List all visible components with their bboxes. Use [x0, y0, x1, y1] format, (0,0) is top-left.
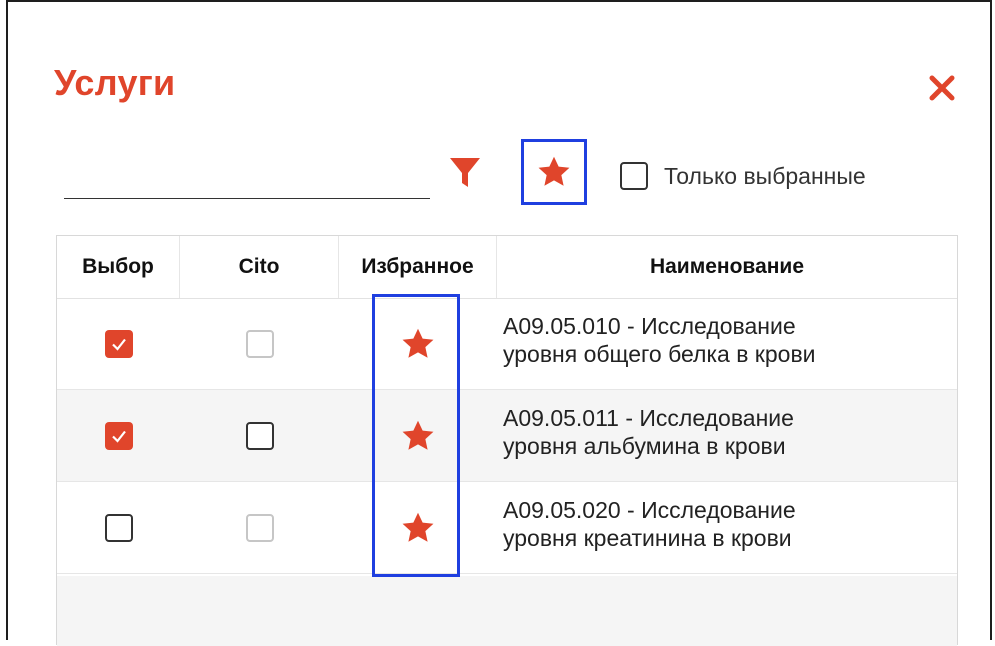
search-input[interactable]: [64, 160, 430, 199]
select-checkbox[interactable]: [104, 513, 133, 542]
table-row[interactable]: A09.05.010 - Исследование уровня общего …: [57, 298, 957, 390]
dialog-title: Услуги: [54, 62, 176, 103]
service-name-line1: A09.05.020 - Исследование: [503, 497, 796, 523]
services-table: Выбор Cito Избранное Наименование A09.05…: [56, 235, 958, 646]
only-selected-filter[interactable]: Только выбранные: [620, 162, 866, 190]
select-checkbox[interactable]: [104, 329, 133, 358]
cito-checkbox[interactable]: [245, 513, 274, 542]
service-name-line2: уровня креатинина в крови: [503, 525, 792, 551]
star-icon: [538, 156, 570, 186]
table-header: Выбор Cito Избранное Наименование: [57, 236, 957, 299]
cito-cell: [180, 298, 339, 389]
select-cell: [57, 390, 180, 481]
select-cell: [57, 482, 180, 573]
close-icon[interactable]: [924, 70, 960, 106]
select-checkbox[interactable]: [104, 421, 133, 450]
table-row[interactable]: A09.05.020 - Исследование уровня креатин…: [57, 482, 957, 574]
service-name-line2: уровня альбумина в крови: [503, 433, 786, 459]
checkmark-icon: [111, 430, 126, 443]
column-header-select[interactable]: Выбор: [57, 236, 180, 298]
only-selected-checkbox[interactable]: [620, 162, 648, 190]
table-empty-area: [57, 576, 957, 646]
column-header-name[interactable]: Наименование: [497, 236, 957, 298]
favorite-cell: [339, 298, 497, 389]
only-selected-label: Только выбранные: [664, 162, 866, 189]
column-header-favorite[interactable]: Избранное: [339, 236, 497, 298]
service-name-line1: A09.05.010 - Исследование: [503, 313, 796, 339]
service-name: A09.05.010 - Исследование уровня общего …: [497, 298, 957, 389]
cito-checkbox[interactable]: [245, 329, 274, 358]
filter-icon[interactable]: [447, 154, 483, 190]
star-icon[interactable]: [399, 326, 437, 362]
star-icon[interactable]: [399, 510, 437, 546]
select-cell: [57, 298, 180, 389]
cito-checkbox[interactable]: [245, 421, 274, 450]
star-icon[interactable]: [399, 418, 437, 454]
service-name-line1: A09.05.011 - Исследование: [503, 405, 794, 431]
service-name: A09.05.020 - Исследование уровня креатин…: [497, 482, 957, 573]
cito-cell: [180, 390, 339, 481]
column-header-cito[interactable]: Cito: [180, 236, 339, 298]
favorites-toggle-button[interactable]: [521, 139, 587, 205]
cito-cell: [180, 482, 339, 573]
table-row[interactable]: A09.05.011 - Исследование уровня альбуми…: [57, 390, 957, 482]
screen: Услуги Только выбранные Выбор Cito Избра…: [0, 0, 995, 646]
service-name: A09.05.011 - Исследование уровня альбуми…: [497, 390, 957, 481]
favorite-cell: [339, 482, 497, 573]
checkmark-icon: [111, 338, 126, 351]
favorite-cell: [339, 390, 497, 481]
service-name-line2: уровня общего белка в крови: [503, 341, 816, 367]
